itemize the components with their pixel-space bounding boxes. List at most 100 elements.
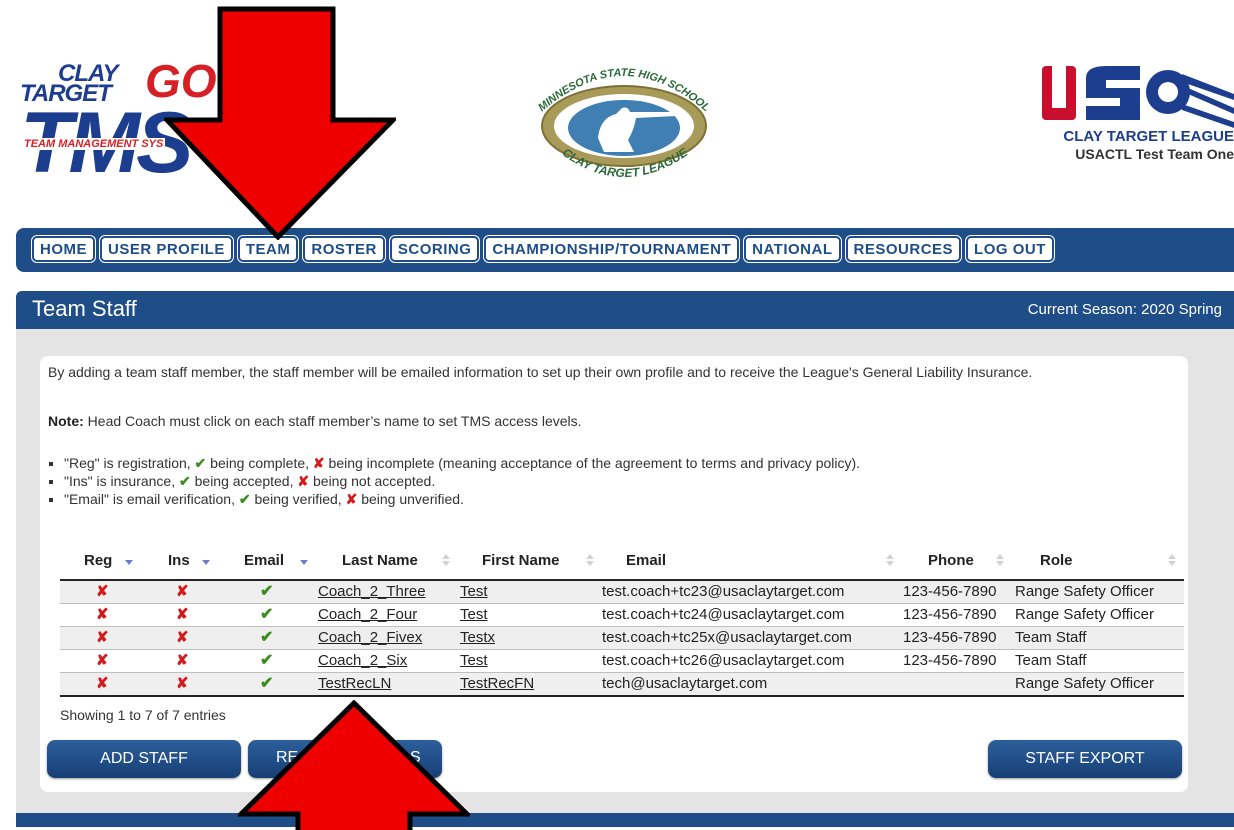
email-cell: test.coach+tc23@usaclaytarget.com bbox=[602, 583, 845, 600]
panel-header: Team Staff Current Season: 2020 Spring bbox=[16, 291, 1234, 329]
col-email-verified[interactable]: Email bbox=[244, 544, 284, 576]
email-status: ✔ bbox=[260, 606, 274, 623]
nav-log-out[interactable]: LOG OUT bbox=[966, 236, 1054, 262]
mn-league-emblem: MINNESOTA STATE HIGH SCHOOL CLAY TARGET … bbox=[536, 67, 712, 180]
note-label: Note: bbox=[48, 413, 84, 429]
col-first-name-label: First Name bbox=[482, 551, 560, 569]
phone-cell: 123-456-7890 bbox=[903, 606, 997, 623]
col-email-verified-label: Email bbox=[244, 551, 285, 569]
email-status: ✔ bbox=[260, 652, 274, 669]
col-reg-label: Reg bbox=[84, 551, 113, 569]
first-name-link[interactable]: Test bbox=[460, 605, 488, 625]
nav-scoring[interactable]: SCORING bbox=[389, 236, 480, 262]
footer-bar bbox=[16, 813, 1234, 827]
last-name-link[interactable]: TestRecLN bbox=[318, 674, 391, 694]
first-name-link[interactable]: Test bbox=[460, 651, 488, 671]
cross-icon: ✘ bbox=[297, 473, 310, 489]
ins-status: ✘ bbox=[176, 675, 189, 692]
col-phone-label: Phone bbox=[928, 551, 974, 569]
legend-reg-post: being incomplete (meaning acceptance of … bbox=[324, 455, 861, 471]
legend-reg-mid: being complete, bbox=[206, 455, 313, 471]
add-staff-button[interactable]: ADD STAFF bbox=[47, 740, 241, 778]
legend-list: "Reg" is registration, ✔ being complete,… bbox=[48, 454, 860, 508]
last-name-link[interactable]: Coach_2_Fivex bbox=[318, 628, 422, 648]
ins-status: ✘ bbox=[176, 629, 189, 646]
nav-championship-tournament[interactable]: CHAMPIONSHIP/TOURNAMENT bbox=[484, 236, 740, 262]
ins-status: ✘ bbox=[176, 606, 189, 623]
legend-ins-pre: "Ins" is insurance, bbox=[64, 473, 179, 489]
intro-text: By adding a team staff member, the staff… bbox=[48, 364, 1033, 380]
staff-export-button[interactable]: STAFF EXPORT bbox=[988, 740, 1182, 778]
email-cell: test.coach+tc24@usaclaytarget.com bbox=[602, 606, 845, 623]
usa-logo-title: CLAY TARGET LEAGUE bbox=[1063, 128, 1234, 145]
nav-national[interactable]: NATIONAL bbox=[744, 236, 841, 262]
legend-ins: "Ins" is insurance, ✔ being accepted, ✘ … bbox=[64, 472, 860, 490]
col-email[interactable]: Email bbox=[626, 544, 666, 576]
role-cell: Range Safety Officer bbox=[1015, 583, 1154, 600]
table-header: Reg Ins Email Last Name First Name Email… bbox=[60, 544, 1184, 576]
phone-cell: 123-456-7890 bbox=[903, 629, 997, 646]
email-status: ✔ bbox=[260, 675, 274, 692]
last-name-link[interactable]: Coach_2_Three bbox=[318, 582, 426, 602]
staff-table: ✘ ✘ ✔ Coach_2_Three Test test.coach+tc23… bbox=[60, 579, 1184, 697]
table-row: ✘ ✘ ✔ Coach_2_Six Test test.coach+tc26@u… bbox=[60, 650, 1184, 673]
usa-logo-mark bbox=[1042, 66, 1234, 128]
col-ins-label: Ins bbox=[168, 551, 190, 569]
role-cell: Range Safety Officer bbox=[1015, 606, 1154, 623]
sort-both-icon bbox=[886, 554, 894, 566]
sort-both-icon bbox=[442, 554, 450, 566]
sort-desc-icon bbox=[202, 560, 210, 565]
last-name-link[interactable]: Coach_2_Six bbox=[318, 651, 407, 671]
sort-both-icon bbox=[996, 554, 1004, 566]
nav-resources[interactable]: RESOURCES bbox=[845, 236, 962, 262]
legend-email-pre: "Email" is email verification, bbox=[64, 491, 239, 507]
sort-both-icon bbox=[586, 554, 594, 566]
note-body: Head Coach must click on each staff memb… bbox=[83, 413, 582, 429]
panel-body: By adding a team staff member, the staff… bbox=[16, 329, 1234, 813]
table-row: ✘ ✘ ✔ Coach_2_Three Test test.coach+tc23… bbox=[60, 581, 1184, 604]
col-reg[interactable]: Reg bbox=[84, 544, 112, 576]
sort-both-icon bbox=[1168, 554, 1176, 566]
role-cell: Team Staff bbox=[1015, 629, 1087, 646]
reg-status: ✘ bbox=[96, 675, 109, 692]
legend-ins-mid: being accepted, bbox=[190, 473, 298, 489]
legend-ins-post: being not accepted. bbox=[309, 473, 436, 489]
email-cell: tech@usaclaytarget.com bbox=[602, 675, 768, 692]
first-name-link[interactable]: TestRecFN bbox=[460, 674, 534, 694]
nav-home[interactable]: HOME bbox=[32, 236, 95, 262]
reg-status: ✘ bbox=[96, 583, 109, 600]
tms-logo-subtitle: TEAM MANAGEMENT SYS bbox=[22, 138, 166, 150]
down-arrow-annotation bbox=[164, 6, 396, 240]
note-text: Note: Head Coach must click on each staf… bbox=[48, 413, 582, 429]
last-name-link[interactable]: Coach_2_Four bbox=[318, 605, 417, 625]
col-last-name-label: Last Name bbox=[342, 551, 418, 569]
col-ins[interactable]: Ins bbox=[168, 544, 190, 576]
email-status: ✔ bbox=[260, 629, 274, 646]
check-icon: ✔ bbox=[179, 473, 191, 489]
table-info: Showing 1 to 7 of 7 entries bbox=[60, 707, 226, 723]
check-icon: ✔ bbox=[238, 491, 251, 507]
legend-reg: "Reg" is registration, ✔ being complete,… bbox=[64, 454, 860, 472]
reg-status: ✘ bbox=[96, 652, 109, 669]
legend-email-mid: being verified, bbox=[250, 491, 346, 507]
check-icon: ✔ bbox=[194, 455, 207, 471]
email-cell: test.coach+tc25x@usaclaytarget.com bbox=[602, 629, 852, 646]
table-row: ✘ ✘ ✔ TestRecLN TestRecFN tech@usaclayta… bbox=[60, 673, 1184, 695]
first-name-link[interactable]: Testx bbox=[460, 628, 495, 648]
legend-reg-pre: "Reg" is registration, bbox=[64, 455, 195, 471]
phone-cell: 123-456-7890 bbox=[903, 652, 997, 669]
reg-status: ✘ bbox=[96, 629, 109, 646]
legend-email: "Email" is email verification, ✔ being v… bbox=[64, 490, 860, 508]
cross-icon: ✘ bbox=[345, 491, 358, 507]
legend-email-post: being unverified. bbox=[357, 491, 464, 507]
col-role[interactable]: Role bbox=[1040, 544, 1073, 576]
current-season: Current Season: 2020 Spring bbox=[1027, 301, 1222, 318]
page-title: Team Staff bbox=[32, 296, 137, 321]
first-name-link[interactable]: Test bbox=[460, 582, 488, 602]
cross-icon: ✘ bbox=[312, 455, 325, 471]
col-first-name[interactable]: First Name bbox=[482, 544, 560, 576]
col-last-name[interactable]: Last Name bbox=[342, 544, 418, 576]
email-cell: test.coach+tc26@usaclaytarget.com bbox=[602, 652, 845, 669]
table-row: ✘ ✘ ✔ Coach_2_Four Test test.coach+tc24@… bbox=[60, 604, 1184, 627]
col-phone[interactable]: Phone bbox=[928, 544, 974, 576]
